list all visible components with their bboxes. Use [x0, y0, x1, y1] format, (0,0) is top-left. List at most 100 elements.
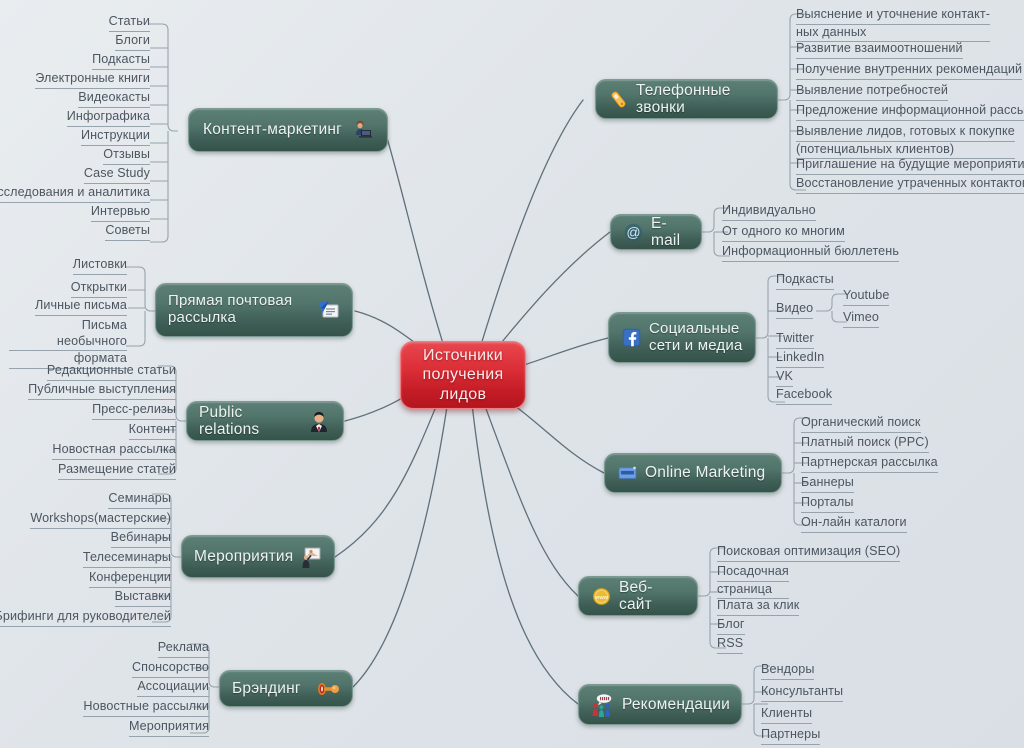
leaf-label[interactable]: Facebook	[776, 387, 833, 405]
branch-label: Веб-сайт	[619, 578, 653, 613]
presenter-board-icon	[300, 545, 324, 569]
leaf-label[interactable]: Клиенты	[761, 706, 813, 724]
leaf-label[interactable]: RSS	[717, 636, 744, 654]
branch-node-phone-calls[interactable]: Телефонные звонки	[595, 79, 778, 119]
leaf-label[interactable]: Телесеминары	[82, 550, 171, 568]
leaf-label[interactable]: Выяснение и уточнение контакт-ных данных	[796, 7, 1018, 43]
leaf-label[interactable]: Восстановление утраченных контактов	[796, 176, 1024, 194]
leaf-label[interactable]: Блоги	[115, 33, 150, 51]
leaf-label[interactable]: Интервью	[90, 204, 150, 222]
facebook-icon	[621, 327, 642, 348]
leaf-label[interactable]: Вебинары	[110, 530, 171, 548]
leaf-label[interactable]: Новостная рассылка	[52, 442, 176, 460]
leaf-label[interactable]: Конференции	[88, 570, 171, 588]
branch-node-direct-mail[interactable]: Прямая почтовая рассылка	[155, 283, 353, 337]
leaf-label[interactable]: Публичные выступления	[28, 382, 176, 400]
branch-node-email[interactable]: @ E-mail	[610, 214, 702, 250]
leaf-label[interactable]: От одного ко многим	[722, 224, 845, 242]
leaf-label[interactable]: Инструкции	[80, 128, 150, 146]
branch-label: Public relations	[199, 403, 260, 438]
branch-node-online-marketing[interactable]: Online Marketing	[604, 453, 782, 493]
mobile-phone-icon	[608, 89, 629, 110]
leaf-label[interactable]: Подкасты	[776, 272, 834, 290]
leaf-label[interactable]: Индивидуально	[722, 203, 816, 221]
branch-label: Прямая почтовая рассылка	[168, 292, 293, 326]
leaf-label[interactable]: Выставки	[114, 589, 171, 607]
www-globe-icon: www	[591, 586, 612, 607]
branch-node-social-media[interactable]: Социальные сети и медиа	[608, 312, 756, 363]
leaf-label[interactable]: Пресс-релизы	[92, 402, 176, 420]
leaf-label[interactable]: Семинары	[108, 491, 171, 509]
people-speech-icon	[591, 693, 615, 717]
leaf-label[interactable]: Посадочная страница	[717, 564, 803, 600]
leaf-label[interactable]: Личные письма	[34, 298, 127, 316]
branch-node-branding[interactable]: Брэндинг	[219, 670, 353, 707]
leaf-label[interactable]: Контент	[128, 422, 176, 440]
branch-node-public-relations[interactable]: Public relations	[186, 401, 344, 441]
leaf-label[interactable]: Партнеры	[761, 727, 821, 745]
leaf-label[interactable]: Листовки	[72, 257, 127, 275]
svg-text:www: www	[594, 594, 609, 600]
leaf-label[interactable]: Статьи	[108, 14, 150, 32]
leaf-label[interactable]: Подкасты	[92, 52, 150, 70]
leaf-label[interactable]: Информационный бюллетень	[722, 244, 899, 262]
leaf-label[interactable]: Ассоциации	[137, 679, 209, 697]
leaf-label[interactable]: Реклама	[157, 640, 209, 658]
leaf-label[interactable]: Приглашение на будущие мероприятия	[796, 157, 1024, 175]
mindmap-canvas: Источники получения лидов Контент-маркет…	[0, 0, 1024, 748]
branch-node-recommendations[interactable]: Рекомендации	[578, 684, 742, 725]
rubber-stamp-icon	[316, 677, 340, 701]
leaf-label[interactable]: Получение внутренних рекомендаций	[796, 62, 1023, 80]
leaf-label[interactable]: Видеокасты	[78, 90, 150, 108]
branch-node-website[interactable]: www Веб-сайт	[578, 576, 698, 616]
leaf-label[interactable]: Мероприятия	[128, 719, 209, 737]
leaf-label[interactable]: VK	[776, 369, 793, 387]
leaf-label[interactable]: Брифинги для руководителей	[0, 609, 171, 627]
leaf-label[interactable]: Видео	[776, 301, 814, 319]
leaf-label[interactable]: Выявление потребностей	[796, 83, 949, 101]
leaf-label[interactable]: Редакционные статьи	[46, 363, 176, 381]
central-node[interactable]: Источники получения лидов	[400, 341, 526, 409]
leaf-label[interactable]: Workshops(мастерские)	[30, 511, 171, 529]
leaf-label[interactable]: Советы	[105, 223, 150, 241]
leaf-label[interactable]: Плата за клик	[717, 598, 800, 616]
leaf-label[interactable]: Платный поиск (PPC)	[801, 435, 929, 453]
leaf-label[interactable]: Предложение информационной рассылки	[796, 103, 1024, 121]
branch-node-events[interactable]: Мероприятия	[181, 535, 335, 578]
person-laptop-icon	[349, 118, 373, 142]
leaf-label[interactable]: Электронные книги	[35, 71, 150, 89]
banner-ad-icon	[617, 463, 638, 484]
branch-label: Контент-маркетинг	[203, 121, 342, 139]
leaf-label[interactable]: Размещение статей	[57, 462, 176, 480]
envelope-letter-icon	[316, 298, 340, 322]
branch-label: Рекомендации	[622, 695, 730, 713]
leaf-label[interactable]: Спонсорство	[131, 660, 209, 678]
leaf-label[interactable]: Выявление лидов, готовых к покупке (потен…	[796, 124, 1018, 160]
leaf-label[interactable]: Инфографика	[66, 109, 150, 127]
leaf-label[interactable]: Порталы	[801, 495, 854, 513]
leaf-label[interactable]: Баннеры	[801, 475, 854, 493]
leaf-label[interactable]: Исследования и аналитика	[0, 185, 150, 203]
leaf-label[interactable]: LinkedIn	[776, 350, 825, 368]
leaf-label[interactable]: Он-лайн каталоги	[801, 515, 907, 533]
leaf-label[interactable]: Поисковая оптимизация (SEO)	[717, 544, 901, 562]
branch-label: E-mail	[651, 214, 681, 249]
branch-label: Мероприятия	[194, 547, 294, 565]
leaf-label[interactable]: Консультанты	[761, 684, 844, 702]
leaf-label[interactable]: Партнерская рассылка	[801, 455, 938, 473]
leaf-label[interactable]: Twitter	[776, 331, 814, 349]
leaf-label[interactable]: Органический поиск	[801, 415, 921, 433]
branch-node-content-marketing[interactable]: Контент-маркетинг	[188, 108, 388, 152]
leaf-label[interactable]: Блог	[717, 617, 745, 635]
branch-label: Online Marketing	[645, 464, 766, 482]
leaf-label[interactable]: Новостные рассылки	[83, 699, 209, 717]
leaf-label-sub[interactable]: Youtube	[843, 288, 890, 306]
leaf-label[interactable]: Вендоры	[761, 662, 815, 680]
branch-label: Социальные сети и медиа	[649, 319, 743, 354]
leaf-label-sub[interactable]: Vimeo	[843, 310, 879, 328]
leaf-label[interactable]: Case Study	[83, 166, 150, 184]
leaf-label[interactable]: Отзывы	[103, 147, 150, 165]
branch-label: Телефонные звонки	[636, 81, 731, 116]
leaf-label[interactable]: Открытки	[70, 280, 127, 298]
leaf-label[interactable]: Развитие взаимоотношений	[796, 41, 963, 59]
